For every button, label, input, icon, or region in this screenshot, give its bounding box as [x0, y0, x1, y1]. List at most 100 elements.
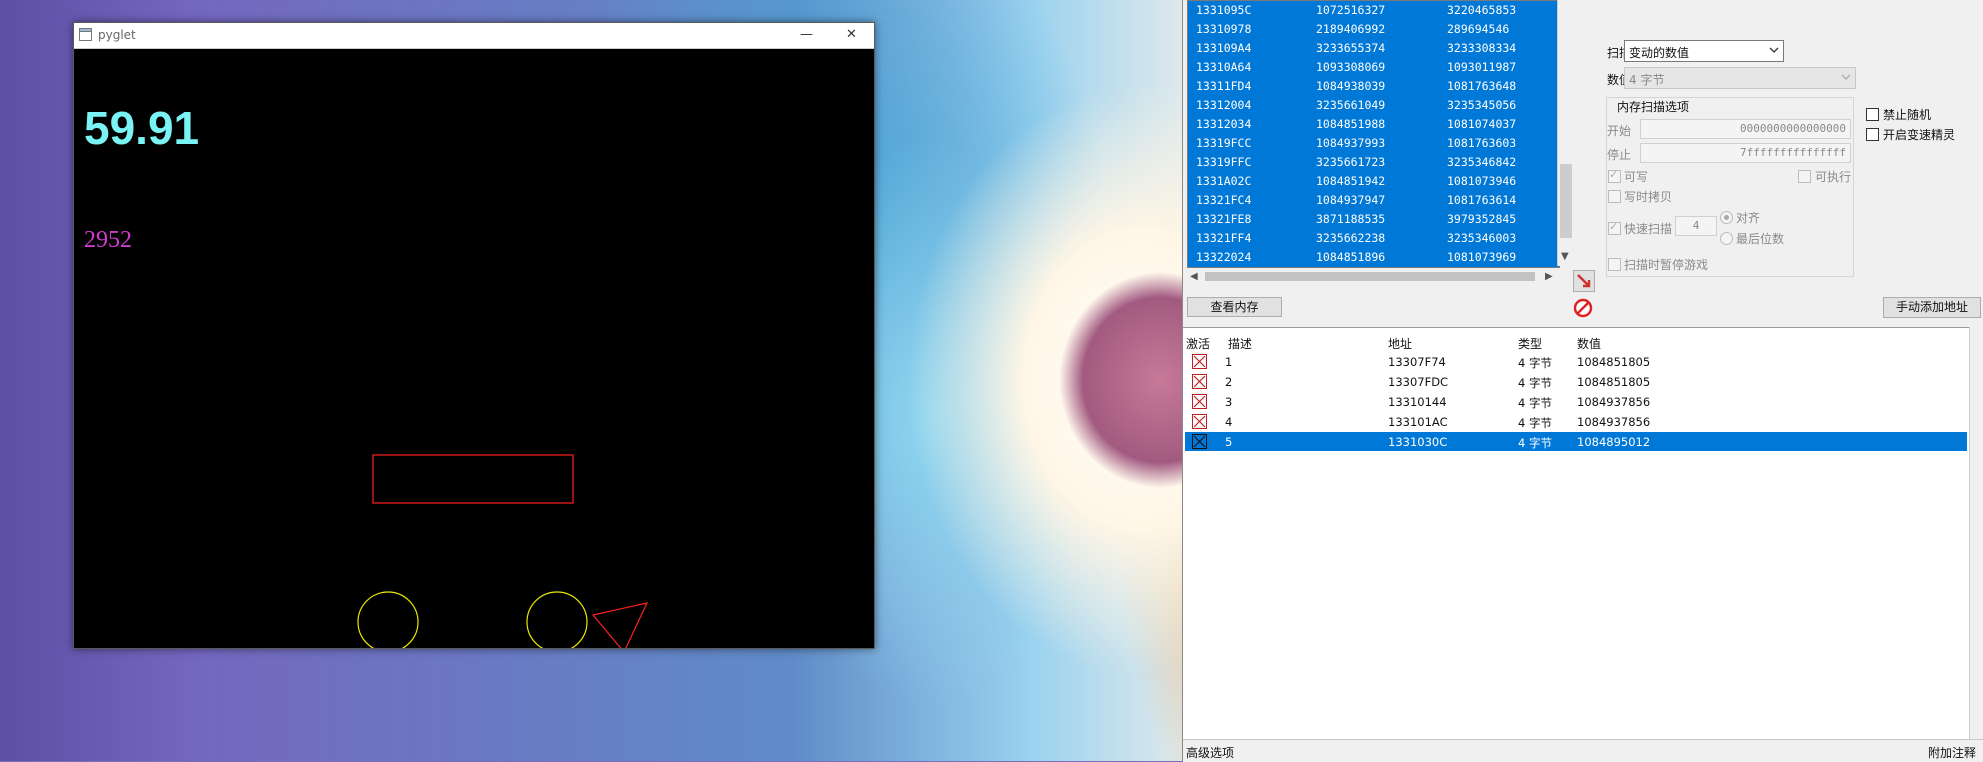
row-address: 133101AC	[1388, 415, 1448, 429]
start-address-value: 0000000000000000	[1740, 122, 1846, 135]
result-previous: 3235346003	[1447, 231, 1517, 245]
active-checkbox-icon[interactable]	[1192, 434, 1207, 449]
result-row[interactable]: 1331095C 1072516327 3220465853	[1188, 1, 1559, 20]
wheel-circle-right	[526, 591, 588, 648]
advanced-options-link[interactable]: 高级选项	[1186, 744, 1234, 761]
stop-address-field[interactable]: 7fffffffffffffff	[1640, 143, 1851, 163]
pause-game-checkbox[interactable]	[1608, 258, 1621, 271]
align-label: 对齐	[1736, 211, 1761, 225]
row-value: 1084851805	[1577, 355, 1651, 369]
address-row[interactable]: 4 133101AC 4 字节 1084937856	[1185, 412, 1967, 431]
result-row[interactable]: 13312004 3235661049 3235345056	[1188, 96, 1559, 115]
address-row-selected[interactable]: 5 1331030C 4 字节 1084895012	[1185, 432, 1967, 451]
memory-view-button[interactable]: 查看内存	[1187, 297, 1282, 317]
start-label: 开始	[1607, 124, 1632, 138]
result-value: 3235662238	[1316, 231, 1386, 245]
scan-type-select[interactable]: 变动的数值	[1624, 40, 1784, 62]
result-previous: 1081073946	[1447, 174, 1517, 188]
scrollbar-thumb[interactable]	[1560, 164, 1572, 238]
results-horizontal-scrollbar[interactable]: ◀ ▶	[1187, 268, 1558, 285]
address-row[interactable]: 3 13310144 4 字节 1084937856	[1185, 392, 1967, 411]
close-button[interactable]: ✕	[829, 23, 874, 48]
active-checkbox-icon[interactable]	[1192, 374, 1207, 389]
result-address: 133109A4	[1196, 41, 1252, 55]
result-value: 1093308069	[1316, 60, 1386, 74]
executable-checkbox[interactable]	[1798, 170, 1811, 183]
add-comment-link[interactable]: 附加注释	[1928, 744, 1976, 761]
chevron-right-icon[interactable]: ▶	[1545, 271, 1553, 282]
wheel-circle-left	[357, 591, 419, 648]
copy-on-write-label: 写时拷贝	[1624, 190, 1673, 204]
address-list[interactable]: 激活 描述 地址 类型 数值 1 13307F74 4 字节 108485180…	[1183, 327, 1969, 740]
copy-on-write-checkbox[interactable]	[1608, 190, 1621, 203]
result-address: 13322024	[1196, 250, 1252, 264]
scan-type-value: 变动的数值	[1629, 46, 1690, 60]
result-address: 13312004	[1196, 98, 1252, 112]
result-value: 3235661723	[1316, 155, 1386, 169]
result-row[interactable]: 13319FCC 1084937993 1081763603	[1188, 134, 1559, 153]
result-row[interactable]: 13321FF4 3235662238 3235346003	[1188, 229, 1559, 248]
value-type-select[interactable]: 4 字节	[1624, 67, 1856, 89]
chevron-down-icon	[1769, 47, 1779, 53]
row-description: 5	[1225, 435, 1233, 449]
result-row[interactable]: 13321FC4 1084937947 1081763614	[1188, 191, 1559, 210]
result-row[interactable]: 13310978 2189406992 289694546	[1188, 20, 1559, 39]
pyglet-window[interactable]: pyglet — ✕ 59.91 2952	[73, 22, 875, 649]
result-previous: 3233308334	[1447, 41, 1517, 55]
add-address-manually-button[interactable]: 手动添加地址	[1883, 297, 1981, 318]
pyglet-titlebar[interactable]: pyglet — ✕	[74, 23, 874, 49]
address-row[interactable]: 1 13307F74 4 字节 1084851805	[1185, 352, 1967, 371]
result-value: 1084851896	[1316, 250, 1386, 264]
result-value: 1084851942	[1316, 174, 1386, 188]
result-row[interactable]: 133109A4 3233655374 3233308334	[1188, 39, 1559, 58]
column-header-value[interactable]: 数值	[1577, 335, 1601, 352]
cancel-scan-button[interactable]	[1573, 298, 1593, 318]
disable-random-checkbox[interactable]	[1866, 108, 1879, 121]
result-row[interactable]: 13319FFC 3235661723 3235346842	[1188, 153, 1559, 172]
row-type: 4 字节	[1518, 416, 1552, 430]
minimize-button[interactable]: —	[784, 23, 829, 48]
last-digits-radio[interactable]	[1720, 232, 1733, 245]
result-row[interactable]: 13310A64 1093308069 1093011987	[1188, 58, 1559, 77]
result-row[interactable]: 13311FD4 1084938039 1081763648	[1188, 77, 1559, 96]
result-previous: 289694546	[1447, 22, 1510, 36]
active-checkbox-icon[interactable]	[1192, 414, 1207, 429]
address-row[interactable]: 2 13307FDC 4 字节 1084851805	[1185, 372, 1967, 391]
row-value: 1084937856	[1577, 395, 1651, 409]
result-row[interactable]: 13312034 1084851988 1081074037	[1188, 115, 1559, 134]
column-header-description[interactable]: 描述	[1228, 335, 1252, 352]
fast-scan-checkbox[interactable]	[1608, 220, 1621, 235]
fast-scan-alignment-field[interactable]: 4	[1675, 216, 1717, 236]
result-value: 1084851988	[1316, 117, 1386, 131]
result-value: 3235661049	[1316, 98, 1386, 112]
writable-label: 可写	[1624, 170, 1649, 184]
start-address-field[interactable]: 0000000000000000	[1640, 119, 1851, 139]
column-header-active[interactable]: 激活	[1186, 335, 1210, 352]
counter-display: 2952	[84, 227, 132, 253]
column-header-address[interactable]: 地址	[1388, 335, 1412, 352]
active-checkbox-icon[interactable]	[1192, 354, 1207, 369]
scan-results-list[interactable]: 1331095C 1072516327 3220465853 13310978 218…	[1187, 0, 1560, 268]
chevron-left-icon[interactable]: ◀	[1190, 271, 1198, 282]
address-list-scrollbar[interactable]	[1969, 327, 1983, 739]
align-radio[interactable]	[1720, 211, 1733, 224]
result-address: 13312034	[1196, 117, 1252, 131]
speedhack-checkbox[interactable]	[1866, 128, 1879, 141]
game-canvas[interactable]: 59.91 2952	[74, 49, 874, 648]
column-header-type[interactable]: 类型	[1518, 335, 1542, 352]
result-address: 1331A02C	[1196, 174, 1252, 188]
writable-checkbox[interactable]	[1608, 168, 1621, 183]
chevron-down-icon[interactable]: ▼	[1561, 251, 1569, 262]
result-row[interactable]: 1331A02C 1084851942 1081073946	[1188, 172, 1559, 191]
copy-to-list-button[interactable]	[1573, 270, 1595, 292]
results-vertical-scrollbar[interactable]: ▼	[1557, 0, 1574, 266]
executable-label: 可执行	[1815, 170, 1852, 184]
result-row[interactable]: 13321FE8 3871188535 3979352845	[1188, 210, 1559, 229]
result-previous: 1081074037	[1447, 117, 1517, 131]
scrollbar-thumb[interactable]	[1205, 272, 1535, 281]
result-previous: 3235346842	[1447, 155, 1517, 169]
result-row[interactable]: 13322024 1084851896 1081073969	[1188, 248, 1559, 267]
active-checkbox-icon[interactable]	[1192, 394, 1207, 409]
result-address: 13310978	[1196, 22, 1252, 36]
row-type: 4 字节	[1518, 356, 1552, 370]
